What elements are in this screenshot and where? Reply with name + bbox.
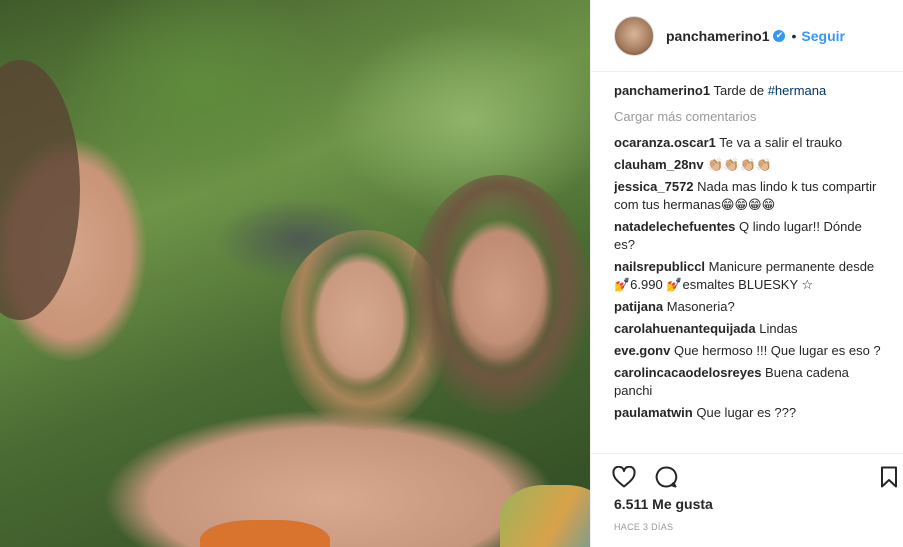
- verified-badge-icon: ✔: [773, 29, 786, 42]
- comment-item: clauham_28nv 👏🏼👏🏼👏🏼👏🏼: [614, 156, 886, 174]
- comment-item: nailsrepublіccl Manicure permanente desd…: [614, 258, 886, 294]
- caption: panchamerino1 Tarde de #hermana: [614, 82, 886, 100]
- caption-text: Tarde de: [713, 83, 768, 98]
- avatar[interactable]: [614, 15, 654, 56]
- heart-outline-icon[interactable]: [609, 462, 639, 492]
- comment-text: Que hermoso !!! Que lugar es eso ?: [673, 343, 881, 358]
- comment-bubble-icon[interactable]: [651, 462, 681, 492]
- orange-top: [200, 520, 330, 547]
- post-photo[interactable]: [0, 0, 590, 547]
- comment-username[interactable]: natadelechefuentes: [614, 219, 735, 234]
- comment-username[interactable]: nailsrepublіccl: [614, 259, 705, 274]
- comment-item: carolincacaodelosreyes Buena cadena panc…: [614, 364, 886, 400]
- post-timestamp[interactable]: HACE 3 DÍAS: [614, 522, 673, 532]
- likes-count[interactable]: 6.511 Me gusta: [614, 496, 713, 512]
- comment-username[interactable]: paulamatwin: [614, 405, 693, 420]
- comment-item: jessica_7572 Nada mas lindo k tus compar…: [614, 178, 886, 214]
- comment-item: patijana Masoneria?: [614, 298, 886, 316]
- comments-list[interactable]: panchamerino1 Tarde de #hermana Cargar m…: [614, 82, 886, 454]
- scarf: [500, 485, 590, 547]
- hair-right: [410, 175, 590, 415]
- caption-username[interactable]: panchamerino1: [614, 83, 710, 98]
- comment-text: Lindas: [759, 321, 798, 336]
- comment-username[interactable]: patijana: [614, 299, 663, 314]
- caption-hashtag[interactable]: #hermana: [768, 83, 827, 98]
- comment-text: Masoneria?: [666, 299, 735, 314]
- comment-item: ocaranza.oscar1 Te va a salir el trauko: [614, 134, 886, 152]
- comment-text: Te va a salir el trauko: [719, 135, 843, 150]
- post-actions: 6.511 Me gusta HACE 3 DÍAS: [591, 453, 903, 547]
- comment-username[interactable]: jessica_7572: [614, 179, 694, 194]
- post-header: panchamerino1 ✔ • Seguir: [591, 0, 903, 72]
- comment-text: 👏🏼👏🏼👏🏼👏🏼: [707, 157, 772, 172]
- bookmark-icon[interactable]: [874, 462, 903, 492]
- comment-text: Que lugar es ???: [696, 405, 797, 420]
- load-more-comments[interactable]: Cargar más comentarios: [614, 108, 886, 126]
- comment-item: natadelechefuentes Q lindo lugar!! Dónde…: [614, 218, 886, 254]
- comment-username[interactable]: carolincacaodelosreyes: [614, 365, 761, 380]
- comment-username[interactable]: eve.gonv: [614, 343, 670, 358]
- comment-item: eve.gonv Que hermoso !!! Que lugar es es…: [614, 342, 886, 360]
- comment-item: carolahuenantequijada Lindas: [614, 320, 886, 338]
- post-side-panel: panchamerino1 ✔ • Seguir panchamerino1 T…: [590, 0, 903, 547]
- comment-item: paulamatwin Que lugar es ???: [614, 404, 886, 422]
- hair-left: [0, 60, 80, 320]
- comment-username[interactable]: clauham_28nv: [614, 157, 704, 172]
- header-username[interactable]: panchamerino1: [666, 28, 769, 44]
- follow-button[interactable]: Seguir: [801, 28, 845, 44]
- comment-username[interactable]: carolahuenantequijada: [614, 321, 756, 336]
- comment-username[interactable]: ocaranza.oscar1: [614, 135, 716, 150]
- header-separator: •: [791, 27, 797, 44]
